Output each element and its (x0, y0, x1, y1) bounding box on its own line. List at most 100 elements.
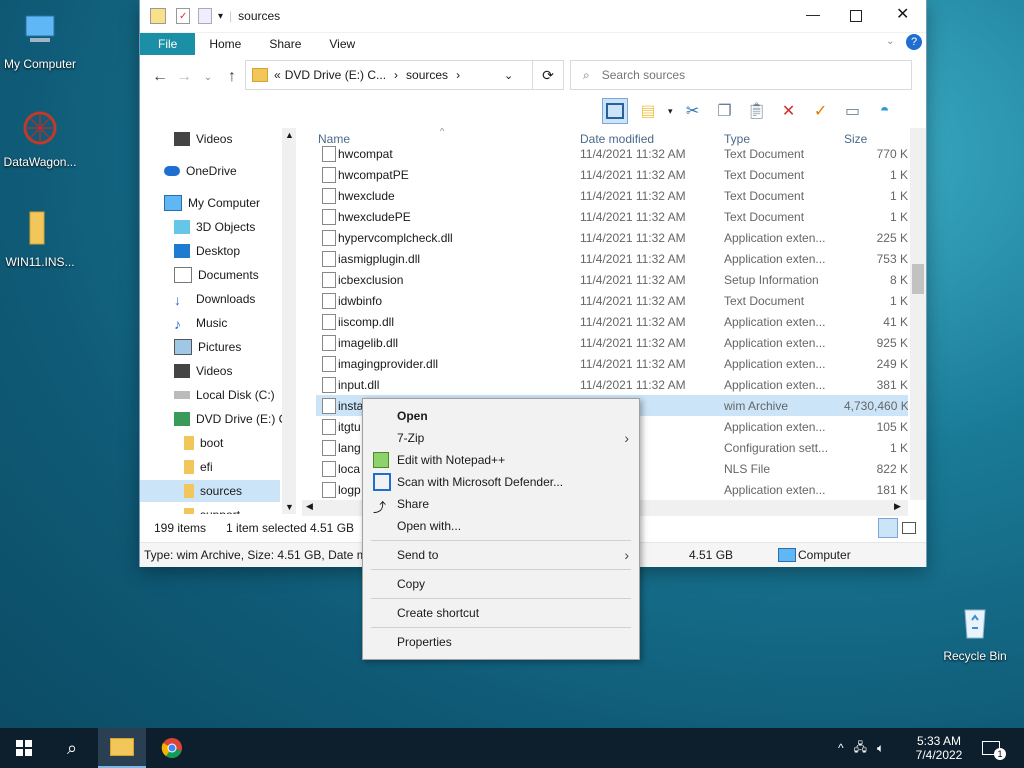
details-view-button[interactable] (878, 518, 898, 538)
desktop-icon-datawagon[interactable]: DataWagon... (0, 108, 80, 169)
network-icon[interactable]: 🖧︎ (854, 738, 867, 759)
large-icons-view-button[interactable] (902, 522, 916, 534)
address-dropdown-icon[interactable]: ⌄ (504, 69, 513, 82)
properties-icon[interactable]: ▤ (636, 99, 660, 123)
menu-item-share[interactable]: ⤴ Share (363, 493, 639, 515)
tab-share[interactable]: Share (255, 33, 315, 55)
table-row[interactable]: imagelib.dll 11/4/2021 11:32 AM Applicatio… (316, 332, 908, 353)
menu-item-create-shortcut[interactable]: Create shortcut (363, 602, 639, 624)
table-row[interactable]: idwbinfo 11/4/2021 11:32 AM Text Document 1… (316, 290, 908, 311)
cut-icon[interactable]: ✂ (681, 99, 705, 123)
share-shell-icon[interactable]: ◓ (873, 99, 897, 123)
menu-item-edit-notepad[interactable]: Edit with Notepad++ (363, 449, 639, 471)
scroll-right-icon[interactable]: ▶ (894, 501, 901, 512)
table-row[interactable]: input.dll 11/4/2021 11:32 AM Application e… (316, 374, 908, 395)
menu-item-copy[interactable]: Copy (363, 573, 639, 595)
picture-icon (174, 339, 192, 355)
desktop-icon-win11-folder[interactable]: WIN11.INS... (0, 208, 80, 269)
scroll-up-icon[interactable]: ▲ (285, 130, 294, 140)
taskbar-file-explorer[interactable] (98, 728, 146, 768)
nav-scrollbar[interactable]: ▲ ▼ (282, 128, 296, 514)
menu-item-scan-defender[interactable]: Scan with Microsoft Defender... (363, 471, 639, 493)
search-input[interactable] (599, 67, 884, 83)
menu-item-open[interactable]: Open (363, 405, 639, 427)
properties-icon[interactable]: ✓ (176, 8, 190, 24)
refresh-button[interactable]: ⟳ (532, 60, 564, 90)
help-icon[interactable]: ? (906, 34, 922, 50)
nav-item-local-disk[interactable]: Local Disk (C:) (140, 384, 296, 406)
table-row[interactable]: hypervcomplcheck.dll 11/4/2021 11:32 AM Ap… (316, 227, 908, 248)
search-box[interactable]: ⌕ (570, 60, 912, 90)
expand-ribbon-icon[interactable]: ⌄ (886, 36, 894, 47)
maximize-button[interactable] (850, 10, 862, 22)
search-button[interactable]: ⌕ (48, 728, 96, 768)
delete-icon[interactable]: ✕ (777, 99, 801, 123)
preview-pane-icon[interactable] (602, 98, 628, 124)
table-row[interactable]: icbexclusion 11/4/2021 11:32 AM Setup Info… (316, 269, 908, 290)
nav-item-pictures[interactable]: Pictures (140, 336, 296, 358)
table-row[interactable]: hwexclude 11/4/2021 11:32 AM Text Document… (316, 185, 908, 206)
volume-icon[interactable]: 🔈︎ (877, 741, 884, 756)
tab-home[interactable]: Home (195, 33, 255, 55)
nav-item-videos-quick[interactable]: Videos (140, 128, 296, 150)
nav-item-my-computer[interactable]: My Computer (140, 192, 296, 214)
desktop-icon-my-computer[interactable]: My Computer (0, 10, 80, 71)
menu-item-properties[interactable]: Properties (363, 631, 639, 653)
minimize-button[interactable]: — (806, 6, 820, 22)
scroll-left-icon[interactable]: ◀ (306, 501, 313, 512)
scroll-down-icon[interactable]: ▼ (285, 502, 294, 512)
desktop-icon-recycle-bin[interactable]: Recycle Bin (935, 602, 1015, 663)
nav-item-dvd-drive[interactable]: DVD Drive (E:) C (140, 408, 296, 430)
dll-file-icon (322, 418, 336, 435)
up-button[interactable]: ↑ (220, 68, 244, 86)
tab-file[interactable]: File (140, 33, 196, 55)
nav-item-efi[interactable]: efi (140, 456, 296, 478)
scrollbar-thumb[interactable] (912, 264, 924, 294)
notification-center-button[interactable]: 1 (982, 728, 1012, 768)
paste-icon[interactable]: 📋︎ (745, 99, 769, 123)
tab-view[interactable]: View (315, 33, 369, 55)
nav-item-music[interactable]: ♪ Music (140, 312, 296, 334)
folder-icon (150, 8, 166, 24)
back-button[interactable]: ← (148, 68, 172, 86)
table-row[interactable]: iiscomp.dll 11/4/2021 11:32 AM Application… (316, 311, 908, 332)
table-row[interactable]: hwcompatPE 11/4/2021 11:32 AM Text Documen… (316, 164, 908, 185)
table-row[interactable]: hwexcludePE 11/4/2021 11:32 AM Text Docume… (316, 206, 908, 227)
text-file-icon (322, 166, 336, 183)
breadcrumb-sources[interactable]: sources (406, 68, 448, 82)
nav-item-desktop[interactable]: Desktop (140, 240, 296, 262)
copy-icon[interactable]: ❐ (713, 99, 737, 123)
nav-item-sources[interactable]: sources (140, 480, 280, 502)
table-row[interactable]: imagingprovider.dll 11/4/2021 11:32 AM App… (316, 353, 908, 374)
qat-dropdown-icon[interactable]: ▾ (218, 11, 223, 22)
menu-item-7zip[interactable]: 7-Zip › (363, 427, 639, 449)
nav-item-onedrive[interactable]: OneDrive (140, 160, 296, 182)
new-folder-icon[interactable] (198, 8, 212, 24)
table-row[interactable]: iasmigplugin.dll 11/4/2021 11:32 AM Applic… (316, 248, 908, 269)
show-hidden-icons-icon[interactable]: ^ (838, 741, 844, 755)
rename-icon[interactable]: ▭ (841, 99, 865, 123)
dropdown-icon[interactable]: ▾ (668, 106, 673, 117)
table-row[interactable]: hwcompat 11/4/2021 11:32 AM Text Document 7… (316, 143, 908, 164)
file-list-scrollbar[interactable] (910, 128, 926, 500)
details-text: Type: wim Archive, Size: 4.51 GB, Date m… (144, 548, 374, 562)
file-type: wim Archive (724, 398, 789, 413)
nav-item-3d-objects[interactable]: 3D Objects (140, 216, 296, 238)
recent-locations-icon[interactable]: ⌄ (196, 72, 220, 83)
menu-item-send-to[interactable]: Send to › (363, 544, 639, 566)
nav-item-documents[interactable]: Documents (140, 264, 296, 286)
address-bar[interactable]: « DVD Drive (E:) C... › sources › ⌄ (245, 60, 533, 90)
nav-item-support[interactable]: support (140, 504, 296, 514)
breadcrumb-dvd-drive[interactable]: DVD Drive (E:) C... (285, 68, 386, 82)
taskbar-chrome[interactable] (148, 728, 196, 768)
forward-button[interactable]: → (172, 68, 196, 86)
start-button[interactable] (0, 728, 48, 768)
menu-item-open-with[interactable]: Open with... (363, 515, 639, 537)
nav-item-boot[interactable]: boot (140, 432, 296, 454)
address-overflow[interactable]: « (274, 68, 281, 82)
nav-item-downloads[interactable]: ↓ Downloads (140, 288, 296, 310)
check-icon[interactable]: ✓ (809, 99, 833, 123)
clock[interactable]: 5:33 AM 7/4/2022 (910, 728, 968, 768)
close-button[interactable]: ✕ (896, 4, 909, 24)
nav-item-videos[interactable]: Videos (140, 360, 296, 382)
